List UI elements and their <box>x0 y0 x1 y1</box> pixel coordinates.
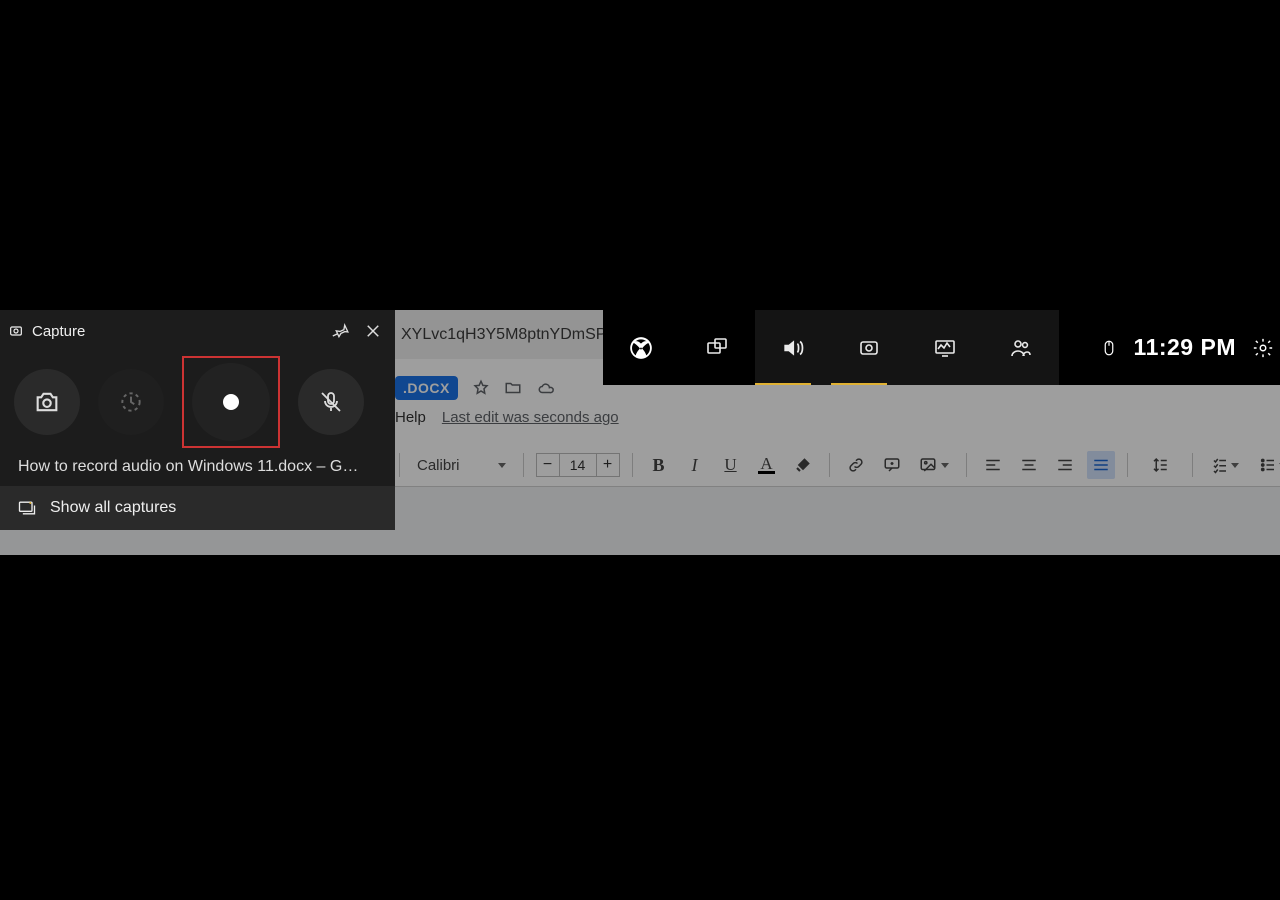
widgets-icon <box>705 336 729 360</box>
microphone-toggle-button[interactable] <box>298 369 364 435</box>
align-center-button[interactable] <box>1015 451 1043 479</box>
align-center-icon <box>1020 456 1038 474</box>
capture-widget: Capture How to record <box>0 310 395 530</box>
gear-icon <box>1252 337 1274 359</box>
docx-badge: .DOCX <box>395 376 458 400</box>
font-size-increase[interactable]: + <box>596 453 620 477</box>
align-left-button[interactable] <box>979 451 1007 479</box>
align-right-icon <box>1056 456 1074 474</box>
toolbar-separator <box>1192 453 1193 477</box>
font-family-label: Calibri <box>417 457 460 474</box>
microphone-off-icon <box>319 390 343 414</box>
capture-widget-button[interactable] <box>831 310 907 385</box>
highlight-button[interactable] <box>789 451 817 479</box>
star-icon[interactable] <box>472 379 490 397</box>
start-recording-button[interactable] <box>192 363 270 441</box>
insert-link-button[interactable] <box>842 451 870 479</box>
comment-icon <box>883 456 901 474</box>
chevron-down-icon <box>1231 463 1239 468</box>
capture-context-app: How to record audio on Windows 11.docx –… <box>0 454 395 486</box>
docs-menu-bar: Help Last edit was seconds ago <box>395 409 619 426</box>
social-icon <box>1008 336 1034 360</box>
toolbar-separator <box>523 453 524 477</box>
link-icon <box>847 456 865 474</box>
camera-icon <box>33 388 61 416</box>
capture-header-icon <box>8 323 24 339</box>
take-screenshot-button[interactable] <box>14 369 80 435</box>
start-recording-highlight <box>182 356 280 448</box>
replay-icon <box>118 389 144 415</box>
text-color-button[interactable]: A <box>753 451 781 479</box>
insert-image-button[interactable] <box>914 451 954 479</box>
performance-widget-button[interactable] <box>907 310 983 385</box>
close-button[interactable] <box>361 319 385 343</box>
xbox-game-bar: 11:29 PM <box>603 310 1280 385</box>
justify-icon <box>1092 456 1110 474</box>
pin-button[interactable] <box>329 319 353 343</box>
xbox-social-button[interactable] <box>983 310 1059 385</box>
speaker-icon <box>780 335 806 361</box>
toolbar-separator <box>829 453 830 477</box>
show-all-captures-button[interactable]: Show all captures <box>0 486 395 530</box>
checklist-icon <box>1211 456 1229 474</box>
toolbar-separator <box>632 453 633 477</box>
close-icon <box>364 322 382 340</box>
xbox-home-button[interactable] <box>603 310 679 385</box>
italic-icon: I <box>692 455 698 476</box>
active-widget-underline <box>755 383 811 385</box>
mouse-mode-indicator[interactable] <box>1094 337 1124 359</box>
gamebar-settings-button[interactable] <box>1246 337 1280 359</box>
line-spacing-icon <box>1151 456 1169 474</box>
justify-button[interactable] <box>1087 451 1115 479</box>
gallery-icon <box>16 498 38 518</box>
line-spacing-button[interactable] <box>1140 451 1180 479</box>
gamebar-clock: 11:29 PM <box>1124 334 1246 361</box>
font-size-stepper[interactable]: − + <box>536 453 620 477</box>
align-left-icon <box>984 456 1002 474</box>
highlighter-icon <box>794 456 812 474</box>
text-color-icon: A <box>758 457 774 474</box>
toolbar-separator <box>399 453 400 477</box>
chevron-down-icon <box>941 463 949 468</box>
capture-widget-title: Capture <box>32 323 321 340</box>
underline-button[interactable]: U <box>717 451 745 479</box>
record-last-30s-button[interactable] <box>98 369 164 435</box>
font-size-decrease[interactable]: − <box>536 453 560 477</box>
show-all-captures-label: Show all captures <box>50 499 176 517</box>
mouse-icon <box>1100 337 1118 359</box>
chevron-down-icon <box>498 463 506 468</box>
pin-icon <box>332 322 350 340</box>
bullets-icon <box>1259 456 1277 474</box>
font-size-input[interactable] <box>560 453 596 477</box>
menu-help[interactable]: Help <box>395 409 426 426</box>
active-widget-underline <box>831 383 887 385</box>
cloud-status-icon[interactable] <box>536 379 554 397</box>
toolbar-separator <box>1127 453 1128 477</box>
bold-icon: B <box>653 455 665 476</box>
image-icon <box>919 456 937 474</box>
capture-widget-header[interactable]: Capture <box>0 310 395 352</box>
widgets-menu-button[interactable] <box>679 310 755 385</box>
toolbar-separator <box>966 453 967 477</box>
docs-toolbar: Calibri − + B I U A <box>395 446 1280 484</box>
record-icon <box>223 394 239 410</box>
xbox-icon <box>628 335 654 361</box>
align-right-button[interactable] <box>1051 451 1079 479</box>
performance-icon <box>932 336 958 360</box>
capture-icon <box>857 336 881 360</box>
add-comment-button[interactable] <box>878 451 906 479</box>
bulleted-list-button[interactable] <box>1253 451 1280 479</box>
browser-url-fragment: XYLvc1qH3Y5M8ptnYDmSP <box>395 310 603 359</box>
checklist-button[interactable] <box>1205 451 1245 479</box>
move-folder-icon[interactable] <box>504 379 522 397</box>
underline-icon: U <box>724 455 736 475</box>
audio-widget-button[interactable] <box>755 310 831 385</box>
last-edit-text[interactable]: Last edit was seconds ago <box>442 409 619 426</box>
italic-button[interactable]: I <box>681 451 709 479</box>
bold-button[interactable]: B <box>645 451 673 479</box>
font-family-select[interactable]: Calibri <box>412 454 511 477</box>
